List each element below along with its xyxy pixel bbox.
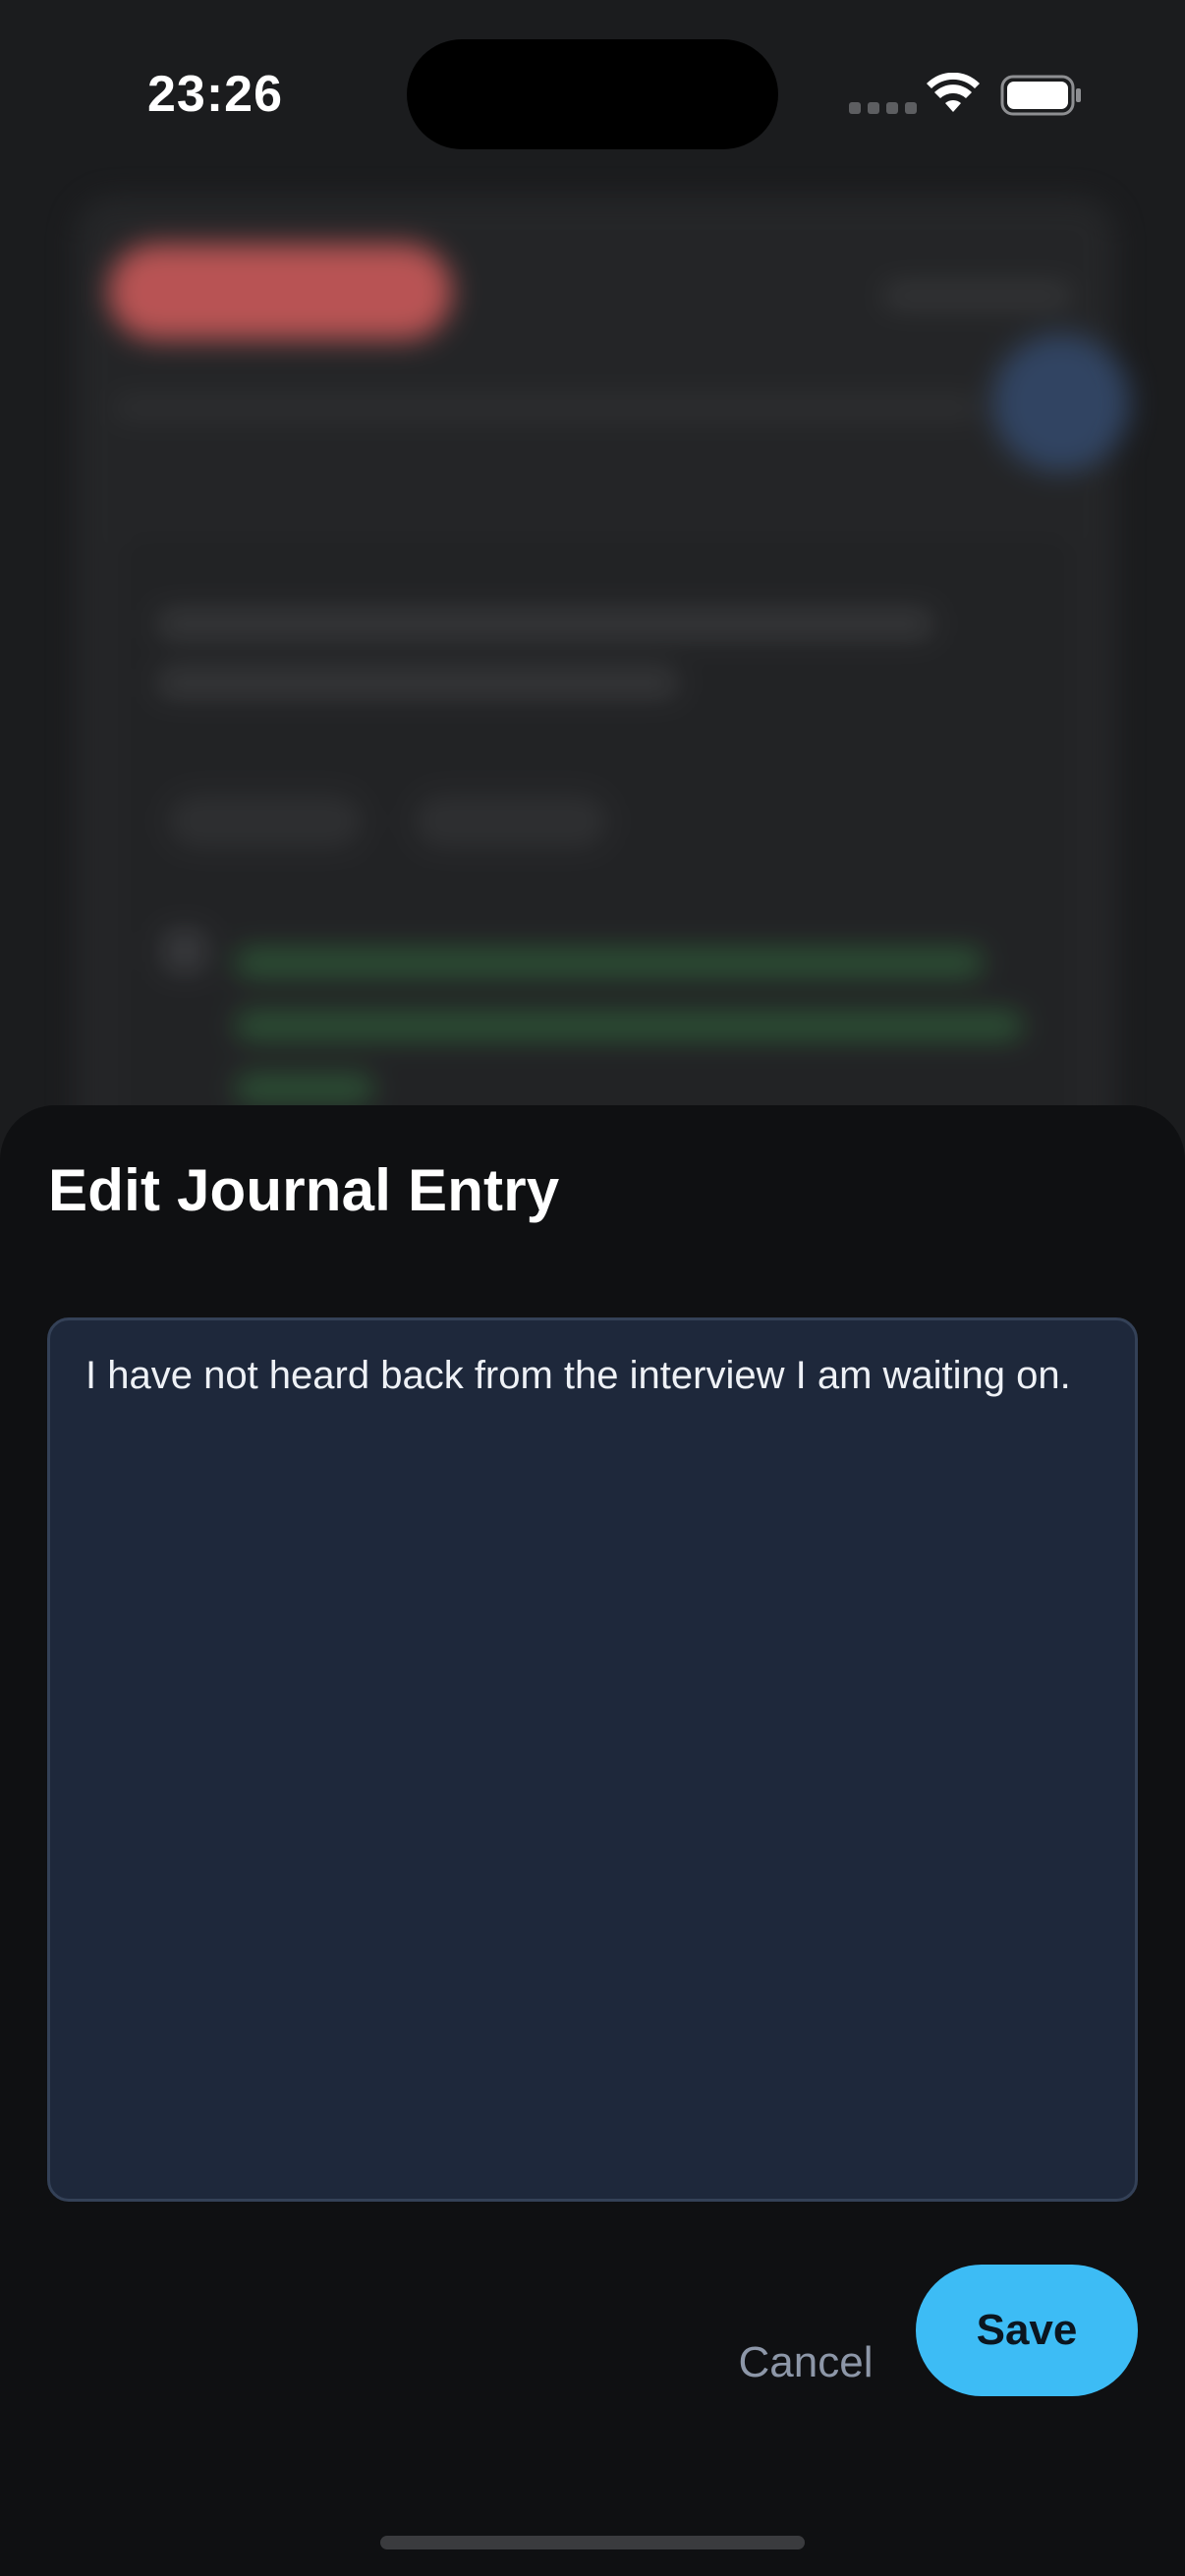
dynamic-island <box>407 39 778 149</box>
journal-entry-textarea[interactable]: I have not heard back from the interview… <box>47 1317 1138 2202</box>
edit-journal-entry-sheet: Edit Journal Entry I have not heard back… <box>0 1105 1185 2576</box>
cellular-signal-icon <box>849 102 917 114</box>
screen: 23:26 Edit Journal Entry I have not hear… <box>0 0 1185 2576</box>
background-chip <box>167 794 364 849</box>
wifi-icon <box>927 73 980 112</box>
home-indicator[interactable] <box>380 2536 805 2549</box>
battery-full-icon <box>1000 75 1081 116</box>
background-text-line <box>114 397 979 419</box>
background-text-line <box>236 1075 373 1102</box>
background-text-line <box>157 668 678 698</box>
background-chip <box>413 794 609 849</box>
background-text-line <box>236 1012 1022 1039</box>
background-badge <box>108 244 452 340</box>
background-text-line <box>884 285 1071 307</box>
background-text-line <box>236 949 983 977</box>
background-text-line <box>157 609 933 639</box>
sheet-title: Edit Journal Entry <box>48 1157 560 1223</box>
status-time: 23:26 <box>147 66 283 123</box>
background-avatar <box>992 334 1130 472</box>
status-bar: 23:26 <box>0 0 1185 196</box>
cancel-button[interactable]: Cancel <box>727 2304 884 2422</box>
save-button[interactable]: Save <box>916 2265 1138 2396</box>
background-checkbox <box>163 929 206 973</box>
